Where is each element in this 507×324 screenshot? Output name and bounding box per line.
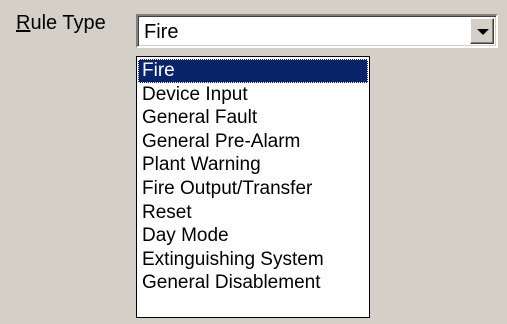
dropdown-option-plant-warning[interactable]: Plant Warning xyxy=(138,153,368,177)
dropdown-option-general-disablement[interactable]: General Disablement xyxy=(138,271,368,295)
rule-type-label: Rule Type xyxy=(16,11,106,35)
dropdown-option-fire[interactable]: Fire xyxy=(138,59,368,83)
dropdown-option-reset[interactable]: Reset xyxy=(138,201,368,225)
chevron-down-icon xyxy=(477,29,489,35)
dropdown-option-extinguishing-system[interactable]: Extinguishing System xyxy=(138,248,368,272)
dropdown-option-fire-output-transfer[interactable]: Fire Output/Transfer xyxy=(138,177,368,201)
dropdown-toggle-button[interactable] xyxy=(470,18,494,44)
dropdown-option-general-pre-alarm[interactable]: General Pre-Alarm xyxy=(138,130,368,154)
rule-type-combobox[interactable]: Fire xyxy=(136,14,498,48)
rule-type-dropdown-list[interactable]: Fire Device Input General Fault General … xyxy=(136,56,370,318)
rule-type-label-mnemonic: R xyxy=(16,12,31,34)
rule-type-selected-value: Fire xyxy=(144,21,179,43)
dropdown-option-device-input[interactable]: Device Input xyxy=(138,83,368,107)
dropdown-option-day-mode[interactable]: Day Mode xyxy=(138,224,368,248)
rule-type-label-text: ule Type xyxy=(30,12,106,34)
dropdown-option-general-fault[interactable]: General Fault xyxy=(138,106,368,130)
